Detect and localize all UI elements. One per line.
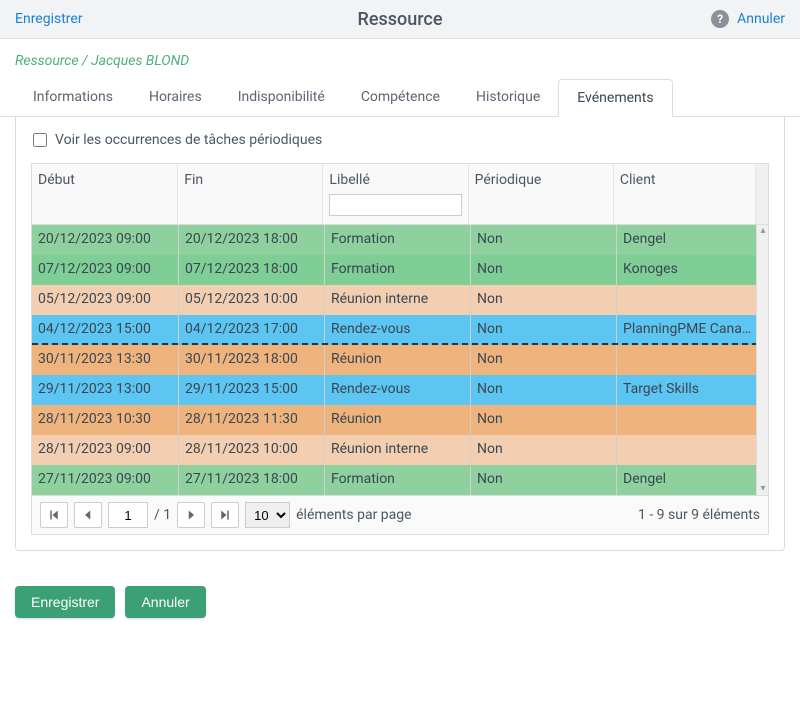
grid-body: 20/12/2023 09:0020/12/2023 18:00Formatio… <box>32 225 768 495</box>
cell-periodique: Non <box>471 345 617 375</box>
footer-buttons: Enregistrer Annuler <box>0 571 800 633</box>
pager: / 1 10 éléments par page 1 - 9 sur 9 élé… <box>32 495 768 534</box>
cell-client <box>617 405 760 435</box>
tab-informations[interactable]: Informations <box>15 79 131 116</box>
pager-next-button[interactable] <box>177 502 205 528</box>
periodic-tasks-label: Voir les occurrences de tâches périodiqu… <box>55 132 322 148</box>
cell-libelle: Rendez-vous <box>325 315 471 343</box>
pager-size-select[interactable]: 10 <box>245 502 290 528</box>
cell-client <box>617 345 760 375</box>
cell-debut: 29/11/2023 13:00 <box>32 375 179 405</box>
cell-client <box>617 285 760 315</box>
table-row[interactable]: 28/11/2023 09:0028/11/2023 10:00Réunion … <box>32 435 768 465</box>
table-row[interactable]: 20/12/2023 09:0020/12/2023 18:00Formatio… <box>32 225 768 255</box>
cell-fin: 29/11/2023 15:00 <box>179 375 325 405</box>
grid-header: Début Fin Libellé Périodique Client <box>32 164 768 225</box>
table-row[interactable]: 04/12/2023 15:0004/12/2023 17:00Rendez-v… <box>32 315 768 345</box>
cell-client <box>617 435 760 465</box>
cell-debut: 28/11/2023 10:30 <box>32 405 179 435</box>
cell-debut: 04/12/2023 15:00 <box>32 315 179 343</box>
cell-debut: 07/12/2023 09:00 <box>32 255 179 285</box>
cell-libelle: Réunion interne <box>325 435 471 465</box>
cell-client: Konoges <box>617 255 760 285</box>
cell-debut: 28/11/2023 09:00 <box>32 435 179 465</box>
cell-client: PlanningPME Canada <box>617 315 760 343</box>
cell-debut: 20/12/2023 09:00 <box>32 225 179 255</box>
pager-last-button[interactable] <box>211 502 239 528</box>
save-button[interactable]: Enregistrer <box>15 586 115 618</box>
tab-indisponibilite[interactable]: Indisponibilité <box>220 79 343 116</box>
cell-client: Dengel <box>617 225 760 255</box>
prev-page-icon <box>82 509 94 521</box>
libelle-filter-input[interactable] <box>329 194 461 216</box>
tab-horaires[interactable]: Horaires <box>131 79 220 116</box>
col-header-debut[interactable]: Début <box>32 164 178 224</box>
cell-periodique: Non <box>471 285 617 315</box>
cell-fin: 28/11/2023 11:30 <box>179 405 325 435</box>
cell-fin: 07/12/2023 18:00 <box>179 255 325 285</box>
table-row[interactable]: 29/11/2023 13:0029/11/2023 15:00Rendez-v… <box>32 375 768 405</box>
cell-libelle: Formation <box>325 255 471 285</box>
cell-libelle: Réunion interne <box>325 285 471 315</box>
cell-libelle: Rendez-vous <box>325 375 471 405</box>
last-page-icon <box>219 509 231 521</box>
first-page-icon <box>48 509 60 521</box>
cell-debut: 05/12/2023 09:00 <box>32 285 179 315</box>
tab-competence[interactable]: Compétence <box>343 79 458 116</box>
cancel-button[interactable]: Annuler <box>125 586 205 618</box>
scroll-up-icon[interactable]: ▴ <box>758 226 768 236</box>
col-header-periodique[interactable]: Périodique <box>469 164 614 224</box>
cell-fin: 04/12/2023 17:00 <box>179 315 325 343</box>
cell-periodique: Non <box>471 465 617 495</box>
cell-debut: 30/11/2023 13:30 <box>32 345 179 375</box>
cell-client: Dengel <box>617 465 760 495</box>
cell-libelle: Formation <box>325 225 471 255</box>
help-icon[interactable]: ? <box>711 10 729 28</box>
cell-libelle: Réunion <box>325 345 471 375</box>
cell-client: Target Skills <box>617 375 760 405</box>
grid-scrollbar[interactable]: ▴ ▾ <box>756 225 768 495</box>
table-row[interactable]: 30/11/2023 13:3030/11/2023 18:00RéunionN… <box>32 345 768 375</box>
scroll-down-icon[interactable]: ▾ <box>758 484 768 494</box>
pager-first-button[interactable] <box>40 502 68 528</box>
pager-page-input[interactable] <box>108 502 148 528</box>
tab-evenements[interactable]: Evénements <box>558 79 672 117</box>
cell-periodique: Non <box>471 315 617 343</box>
cell-periodique: Non <box>471 435 617 465</box>
col-header-fin[interactable]: Fin <box>178 164 323 224</box>
breadcrumb: Ressource / Jacques BLOND <box>0 39 800 79</box>
cell-fin: 05/12/2023 10:00 <box>179 285 325 315</box>
cell-periodique: Non <box>471 255 617 285</box>
col-header-libelle[interactable]: Libellé <box>323 164 468 224</box>
cell-fin: 27/11/2023 18:00 <box>179 465 325 495</box>
header-cancel-link[interactable]: Annuler <box>737 11 785 27</box>
table-row[interactable]: 07/12/2023 09:0007/12/2023 18:00Formatio… <box>32 255 768 285</box>
cell-fin: 20/12/2023 18:00 <box>179 225 325 255</box>
content-panel: Voir les occurrences de tâches périodiqu… <box>15 117 785 551</box>
cell-fin: 28/11/2023 10:00 <box>179 435 325 465</box>
pager-info: 1 - 9 sur 9 éléments <box>638 507 760 523</box>
tabs: Informations Horaires Indisponibilité Co… <box>0 79 800 117</box>
cell-periodique: Non <box>471 225 617 255</box>
cell-libelle: Formation <box>325 465 471 495</box>
tab-historique[interactable]: Historique <box>458 79 558 116</box>
pager-per-page-label: éléments par page <box>296 507 411 523</box>
page-title: Ressource <box>358 9 443 30</box>
table-row[interactable]: 28/11/2023 10:3028/11/2023 11:30RéunionN… <box>32 405 768 435</box>
table-row[interactable]: 05/12/2023 09:0005/12/2023 10:00Réunion … <box>32 285 768 315</box>
table-row[interactable]: 27/11/2023 09:0027/11/2023 18:00Formatio… <box>32 465 768 495</box>
next-page-icon <box>185 509 197 521</box>
header-bar: Enregistrer Ressource ? Annuler <box>0 0 800 39</box>
cell-debut: 27/11/2023 09:00 <box>32 465 179 495</box>
pager-prev-button[interactable] <box>74 502 102 528</box>
header-save-link[interactable]: Enregistrer <box>15 11 83 27</box>
cell-fin: 30/11/2023 18:00 <box>179 345 325 375</box>
cell-periodique: Non <box>471 405 617 435</box>
pager-total-pages: / 1 <box>154 507 171 523</box>
events-grid: Début Fin Libellé Périodique Client 20/1… <box>31 163 769 535</box>
cell-periodique: Non <box>471 375 617 405</box>
cell-libelle: Réunion <box>325 405 471 435</box>
col-header-client[interactable]: Client <box>614 164 756 224</box>
periodic-tasks-checkbox[interactable] <box>33 133 47 147</box>
